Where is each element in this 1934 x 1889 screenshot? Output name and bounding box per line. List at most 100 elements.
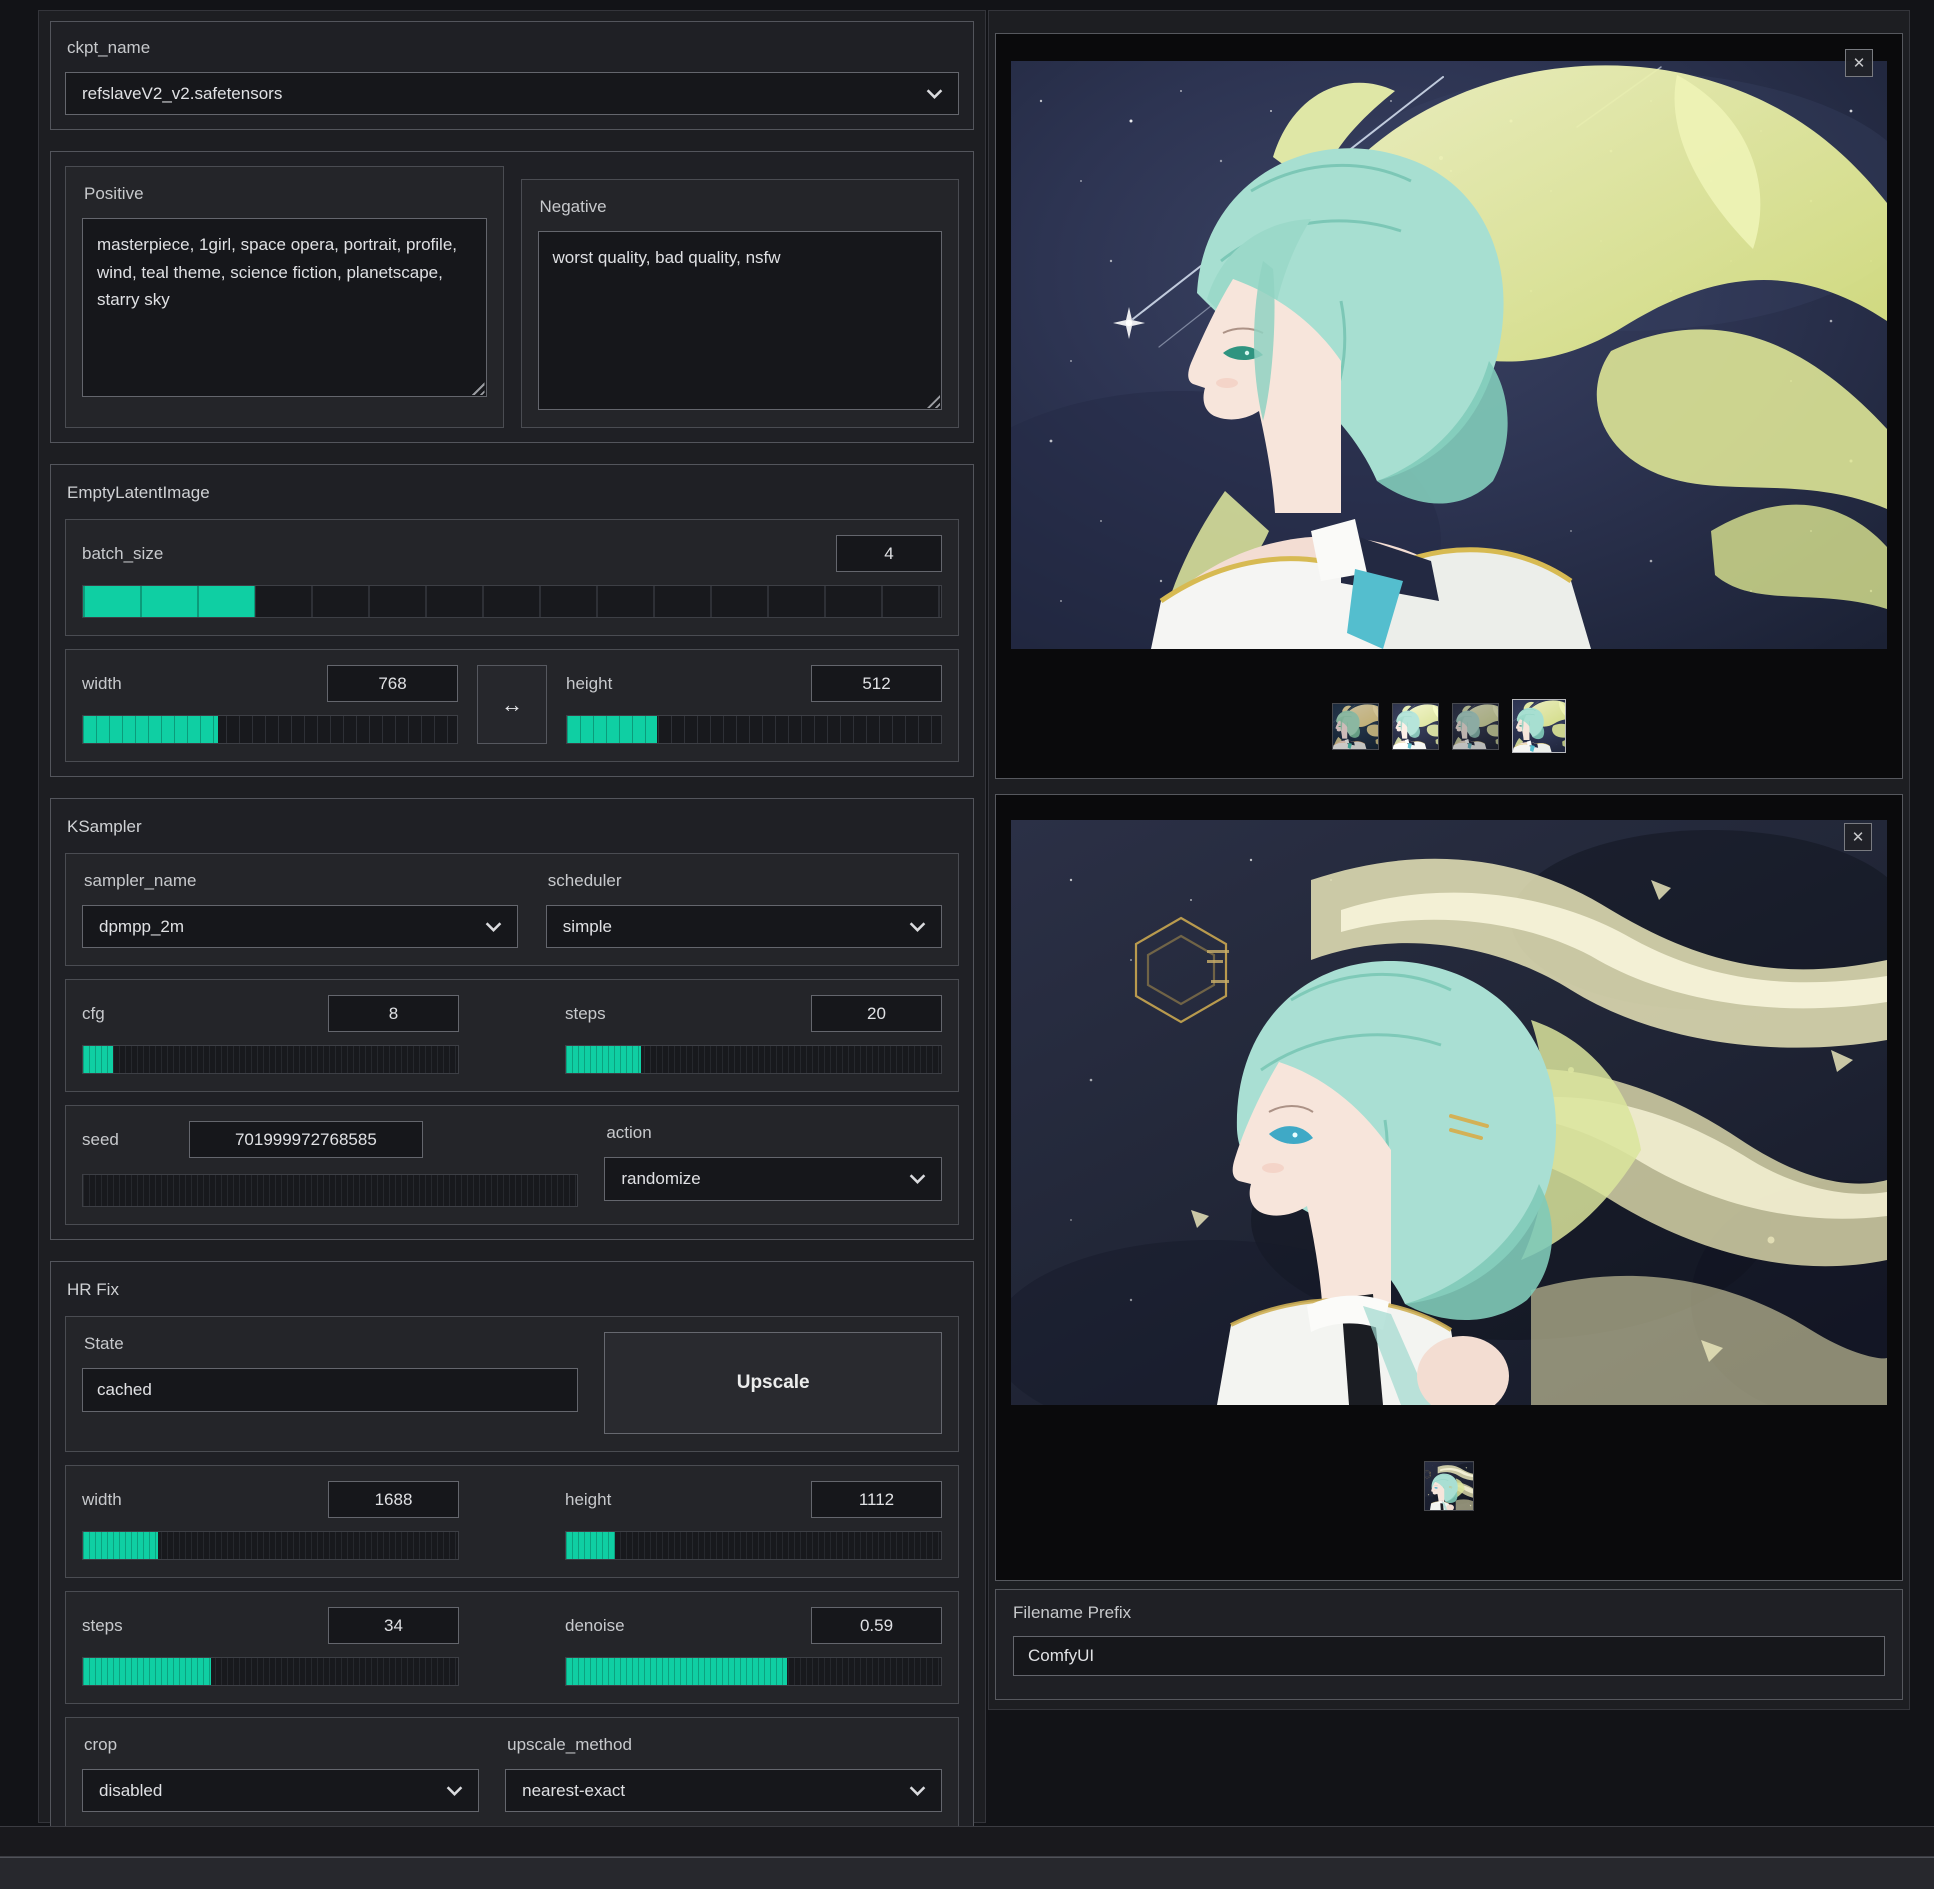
scheduler-label: scheduler [548, 871, 942, 891]
thumbnail-1[interactable] [1424, 1461, 1474, 1511]
thumbnail-image [1453, 704, 1498, 749]
hr-width-input[interactable] [328, 1481, 459, 1518]
cfg-input[interactable] [328, 995, 459, 1032]
negative-prompt-textarea[interactable]: worst quality, bad quality, nsfw [538, 231, 943, 410]
denoise-slider-fill [566, 1658, 787, 1685]
hr-steps-slider[interactable] [82, 1657, 459, 1686]
scheduler-select[interactable]: simple [546, 905, 942, 948]
scheduler-value: simple [563, 917, 612, 937]
upscale-method-label: upscale_method [507, 1735, 942, 1755]
cfg-steps-group: cfg steps [65, 979, 959, 1092]
steps-slider[interactable] [565, 1045, 942, 1074]
hr-steps-input[interactable] [328, 1607, 459, 1644]
positive-prompt-label: Positive [84, 184, 487, 204]
ckpt-name-label: ckpt_name [67, 38, 959, 58]
latent-height-label: height [566, 674, 612, 694]
thumbnail-image [1393, 704, 1438, 749]
chevron-down-icon [909, 1786, 926, 1796]
chevron-down-icon [485, 922, 502, 932]
ckpt-name-value: refslaveV2_v2.safetensors [82, 84, 282, 104]
action-select[interactable]: randomize [604, 1157, 942, 1201]
positive-prompt-textarea[interactable]: masterpiece, 1girl, space opera, portrai… [82, 218, 487, 397]
crop-upscale-method-group: crop disabled upscale_method nearest-exa… [65, 1717, 959, 1830]
seed-input[interactable] [189, 1121, 423, 1158]
upscale-column: Upscale [604, 1332, 942, 1434]
state-label: State [84, 1334, 578, 1354]
hr-width-label: width [82, 1490, 122, 1510]
latent-height-input[interactable] [811, 665, 942, 702]
state-input[interactable] [82, 1368, 578, 1412]
batch-size-slider-fill [83, 586, 255, 617]
close-icon[interactable]: ✕ [1844, 823, 1872, 851]
negative-prompt-label: Negative [540, 197, 943, 217]
hr-height-slider[interactable] [565, 1531, 942, 1560]
thumbnail-2[interactable] [1392, 703, 1439, 750]
crop-value: disabled [99, 1781, 162, 1801]
close-icon[interactable]: ✕ [1845, 49, 1873, 77]
thumbnail-image [1425, 1462, 1473, 1510]
steps-column: steps [565, 995, 942, 1074]
sampler-name-value: dpmpp_2m [99, 917, 184, 937]
latent-width-label: width [82, 674, 122, 694]
chevron-down-icon [446, 1786, 463, 1796]
crop-column: crop disabled [82, 1733, 479, 1812]
thumbnail-image [1333, 704, 1378, 749]
comfyui-group-node-app: ckpt_name refslaveV2_v2.safetensors Posi… [0, 0, 1934, 1889]
hr-steps-denoise-group: steps denoise [65, 1591, 959, 1704]
latent-height-slider-fill [567, 716, 657, 743]
thumbnail-4-selected[interactable] [1512, 699, 1566, 753]
filename-prefix-label: Filename Prefix [1013, 1603, 1885, 1623]
latent-size-group: width ↔ height [65, 649, 959, 762]
upscale-button[interactable]: Upscale [604, 1332, 942, 1434]
swap-dimensions-button[interactable]: ↔ [477, 665, 547, 744]
sampler-name-select[interactable]: dpmpp_2m [82, 905, 518, 948]
denoise-column: denoise [565, 1607, 942, 1686]
hr-width-column: width [82, 1481, 459, 1560]
hr-steps-column: steps [82, 1607, 459, 1686]
positive-prompt-group: Positive masterpiece, 1girl, space opera… [65, 166, 504, 428]
seed-column: seed [82, 1121, 578, 1207]
thumbnail-1[interactable] [1332, 703, 1379, 750]
state-column: State [82, 1332, 578, 1434]
denoise-label: denoise [565, 1616, 625, 1636]
filename-prefix-input[interactable] [1013, 1636, 1885, 1676]
filename-prefix-panel: Filename Prefix [995, 1589, 1903, 1700]
hr-fix-section: HR Fix State Upscale width [50, 1261, 974, 1845]
hr-width-slider[interactable] [82, 1531, 459, 1560]
thumbnail-strip [996, 699, 1902, 753]
upscale-method-column: upscale_method nearest-exact [505, 1733, 942, 1812]
hr-height-label: height [565, 1490, 611, 1510]
batch-size-input[interactable] [836, 535, 942, 572]
action-label: action [606, 1123, 942, 1143]
cfg-column: cfg [82, 995, 459, 1074]
ksampler-title: KSampler [67, 817, 957, 837]
hr-steps-label: steps [82, 1616, 123, 1636]
hr-width-slider-fill [83, 1532, 158, 1559]
seed-slider[interactable] [82, 1174, 578, 1207]
chevron-down-icon [926, 89, 943, 99]
crop-select[interactable]: disabled [82, 1769, 479, 1812]
latent-width-slider[interactable] [82, 715, 458, 744]
upscale-method-select[interactable]: nearest-exact [505, 1769, 942, 1812]
hr-steps-slider-fill [83, 1658, 211, 1685]
chevron-down-icon [909, 922, 926, 932]
upscale-method-value: nearest-exact [522, 1781, 625, 1801]
empty-latent-image-section: EmptyLatentImage batch_size width [50, 464, 974, 777]
cfg-slider[interactable] [82, 1045, 459, 1074]
denoise-slider[interactable] [565, 1657, 942, 1686]
denoise-input[interactable] [811, 1607, 942, 1644]
seed-label: seed [82, 1130, 119, 1150]
preview-panel-top: ✕ [995, 33, 1903, 779]
sampler-name-label: sampler_name [84, 871, 518, 891]
hr-height-input[interactable] [811, 1481, 942, 1518]
steps-input[interactable] [811, 995, 942, 1032]
batch-size-slider[interactable] [82, 585, 942, 618]
thumbnail-3[interactable] [1452, 703, 1499, 750]
hr-fix-title: HR Fix [67, 1280, 957, 1300]
latent-height-slider[interactable] [566, 715, 942, 744]
latent-width-input[interactable] [327, 665, 458, 702]
ckpt-name-select[interactable]: refslaveV2_v2.safetensors [65, 72, 959, 115]
thumbnail-image [1513, 700, 1565, 752]
sampler-name-column: sampler_name dpmpp_2m [82, 869, 518, 948]
checkpoint-section: ckpt_name refslaveV2_v2.safetensors [50, 21, 974, 130]
